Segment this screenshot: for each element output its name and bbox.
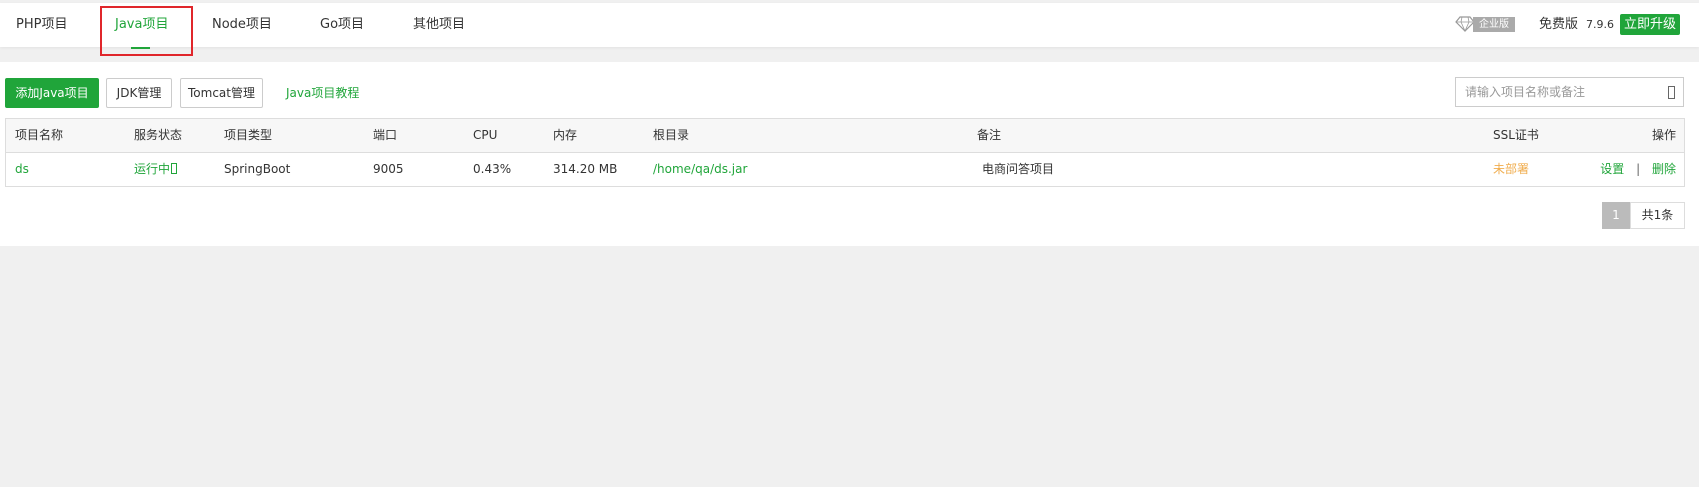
active-tab-highlight-box [100, 6, 193, 56]
col-actions: 操作 [1651, 128, 1676, 142]
col-cpu: CPU [473, 128, 498, 142]
table-row: ds 运行中 SpringBoot 9005 0.43% 314.20 MB /… [6, 153, 1684, 186]
col-name: 项目名称 [15, 128, 64, 142]
pagination-current-page[interactable]: 1 [1602, 202, 1630, 229]
cpu-value: 0.43% [473, 162, 512, 176]
search-input[interactable] [1456, 78, 1655, 106]
col-port: 端口 [373, 128, 398, 142]
table-header: 项目名称 服务状态 项目类型 端口 CPU 内存 根目录 备注 SSL证书 操作 [6, 119, 1684, 153]
diamond-icon [1455, 16, 1475, 32]
col-memory: 内存 [553, 128, 578, 142]
note-value[interactable]: 电商问答项目 [982, 153, 1054, 186]
tab-php[interactable]: PHP项目 [16, 3, 67, 47]
pagination-total: 共1条 [1630, 202, 1685, 229]
col-note: 备注 [977, 128, 1002, 142]
col-ssl: SSL证书 [1493, 128, 1539, 142]
row-actions: 设置 | 删除 [1600, 153, 1676, 186]
action-separator: | [1636, 162, 1641, 176]
enterprise-badge[interactable]: 企业版 [1473, 17, 1515, 32]
edition-label: 免费版 [1539, 17, 1579, 32]
tab-go[interactable]: Go项目 [320, 3, 364, 47]
running-icon [171, 163, 178, 174]
col-path: 根目录 [653, 128, 690, 142]
status-label: 运行中 [134, 162, 171, 176]
project-panel: 添加Java项目 JDK管理 Tomcat管理 Java项目教程 项目名称 服务… [0, 62, 1699, 246]
tab-other[interactable]: 其他项目 [413, 3, 465, 47]
project-type-tabbar: PHP项目 Java项目 Node项目 Go项目 其他项目 [0, 3, 1699, 49]
tomcat-manage-button[interactable]: Tomcat管理 [180, 78, 263, 108]
status-cell[interactable]: 运行中 [134, 153, 178, 186]
tab-node[interactable]: Node项目 [212, 3, 272, 47]
project-name-link[interactable]: ds [15, 153, 29, 186]
search-icon[interactable] [1668, 86, 1675, 99]
upgrade-button[interactable]: 立即升级 [1620, 14, 1680, 35]
java-tutorial-link[interactable]: Java项目教程 [286, 78, 359, 108]
search-box [1455, 77, 1684, 107]
project-table: 项目名称 服务状态 项目类型 端口 CPU 内存 根目录 备注 SSL证书 操作… [5, 118, 1685, 187]
delete-link[interactable]: 删除 [1652, 162, 1676, 176]
ssl-status-link[interactable]: 未部署 [1493, 153, 1529, 186]
jdk-manage-button[interactable]: JDK管理 [106, 78, 172, 108]
project-type: SpringBoot [224, 162, 291, 176]
add-java-project-button[interactable]: 添加Java项目 [5, 78, 99, 108]
col-type: 项目类型 [224, 128, 273, 142]
settings-link[interactable]: 设置 [1600, 162, 1624, 176]
memory-value: 314.20 MB [553, 162, 618, 176]
version-label: 7.9.6 [1586, 18, 1614, 31]
port-value: 9005 [373, 162, 404, 176]
root-path-link[interactable]: /home/qa/ds.jar [653, 153, 747, 186]
col-status: 服务状态 [134, 128, 183, 142]
